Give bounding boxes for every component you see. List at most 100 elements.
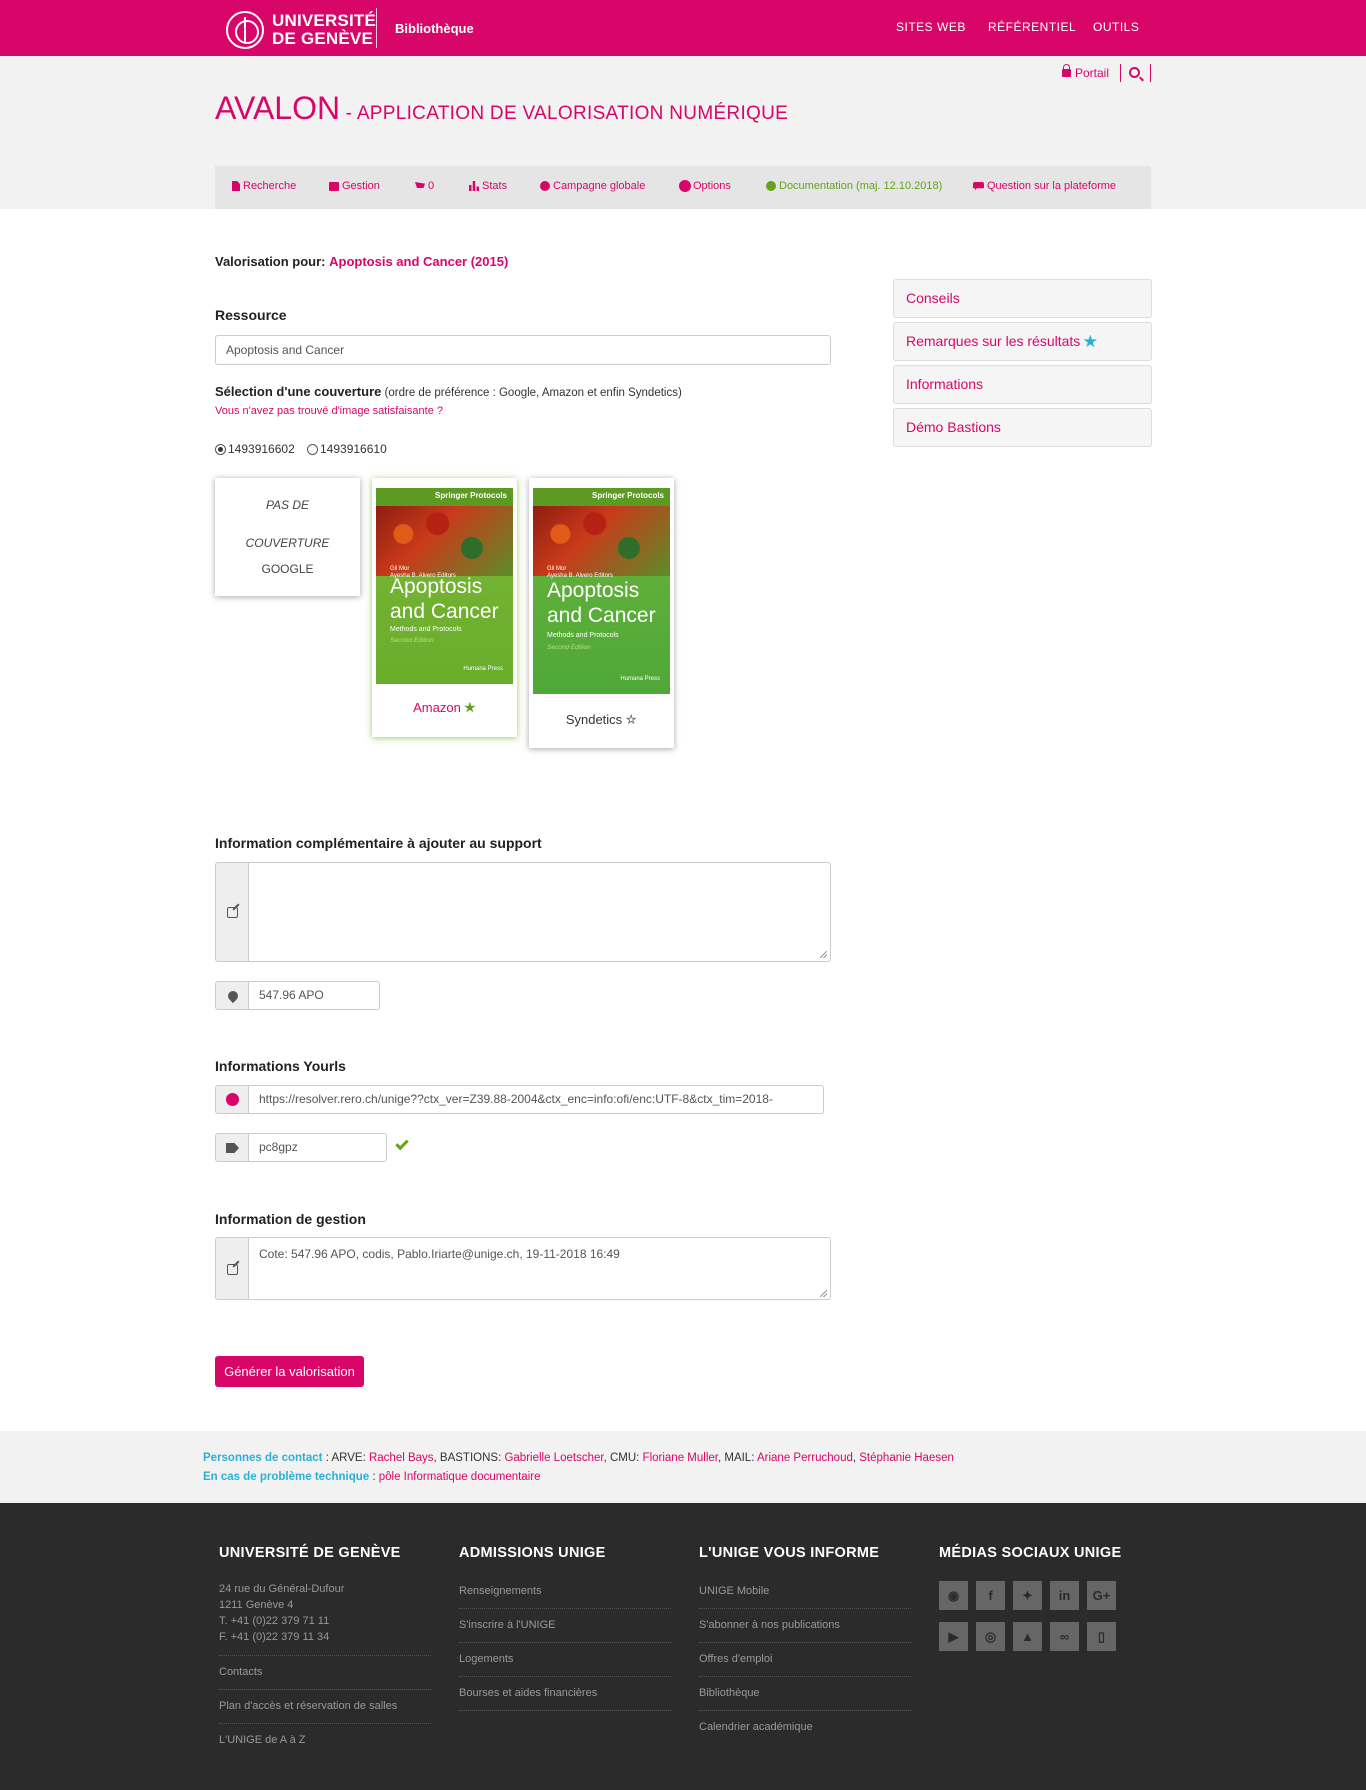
footer-link[interactable]: Bourses et aides financières	[459, 1677, 671, 1711]
contact-technical: En cas de problème technique : pôle Info…	[203, 1471, 541, 1483]
info-complementaire-label: Information complémentaire à ajouter au …	[215, 835, 542, 851]
nav-documentation[interactable]: Documentation (maj. 12.10.2018)	[766, 180, 942, 192]
unige-seal-icon	[226, 11, 264, 49]
topnav-outils[interactable]: OUTILS	[1093, 20, 1139, 34]
facebook-icon[interactable]: f	[976, 1581, 1005, 1610]
radio-unselected[interactable]	[307, 443, 318, 455]
footer-link[interactable]: Logements	[459, 1643, 671, 1677]
resize-handle[interactable]	[820, 1290, 827, 1297]
instagram-icon[interactable]: ◎	[976, 1622, 1005, 1651]
twitter-icon[interactable]: ✦	[1013, 1581, 1042, 1610]
flickr-icon[interactable]: ∞	[1050, 1622, 1079, 1651]
footer-column-informe: L'UNIGE VOUS INFORME UNIGE Mobile S'abon…	[699, 1545, 911, 1745]
yourls-tag-input[interactable]: pc8gpz	[248, 1133, 387, 1162]
info-complementaire-textarea[interactable]	[248, 862, 831, 962]
cover-source-amazon: Amazon	[413, 700, 461, 715]
star-filled-icon	[1083, 334, 1098, 348]
cover-option-amazon[interactable]: Springer Protocols Gil Mor Ayesha B. Alve…	[372, 478, 517, 737]
section-link-bibliotheque[interactable]: Bibliothèque	[395, 21, 474, 36]
app-subtitle: - APPLICATION DE VALORISATION NUMÉRIQUE	[340, 103, 789, 124]
topnav-sites-web[interactable]: SITES WEB	[896, 20, 966, 34]
mobile-icon[interactable]: ▯	[1087, 1622, 1116, 1651]
page-title: AVALON - APPLICATION DE VALORISATION NUM…	[215, 90, 788, 127]
contact-link[interactable]: Rachel Bays	[369, 1452, 434, 1464]
gestion-textarea[interactable]: Cote: 547.96 APO, codis, Pablo.Iriarte@u…	[248, 1237, 831, 1300]
contact-link[interactable]: Stéphanie Haesen	[859, 1452, 954, 1464]
cover-option-google[interactable]: PAS DE COUVERTURE GOOGLE	[215, 478, 360, 596]
valorisation-title: Apoptosis and Cancer (2015)	[329, 254, 509, 269]
bar-chart-icon	[469, 181, 479, 191]
header-divider	[1150, 64, 1151, 82]
nav-recherche[interactable]: Recherche	[232, 180, 296, 192]
sidebar-item-conseils[interactable]: Conseils	[893, 279, 1152, 318]
footer-link[interactable]: Renseignements	[459, 1575, 671, 1609]
nav-stats[interactable]: Stats	[469, 180, 507, 192]
topnav-referentiel[interactable]: RÉFÉRENTIEL	[988, 20, 1076, 34]
contact-link[interactable]: Floriane Muller	[643, 1452, 718, 1464]
valorisation-heading: Valorisation pour: Apoptosis and Cancer …	[215, 254, 509, 269]
sidebar-item-demo-bastions[interactable]: Démo Bastions	[893, 408, 1152, 447]
resize-handle[interactable]	[820, 951, 827, 958]
nav-campagne-globale[interactable]: Campagne globale	[540, 180, 645, 192]
google-plus-icon[interactable]: G+	[1087, 1581, 1116, 1610]
linkedin-icon[interactable]: in	[1050, 1581, 1079, 1610]
footer-link[interactable]: L'UNIGE de A à Z	[219, 1724, 431, 1758]
footer-link[interactable]: S'inscrire à l'UNIGE	[459, 1609, 671, 1643]
app-name: AVALON	[215, 90, 341, 126]
map-marker-icon	[225, 988, 241, 1004]
footer-link[interactable]: Bibliothèque	[699, 1677, 911, 1711]
tag-addon	[215, 1133, 249, 1162]
cover-selection-label: Sélection d'une couverture (ordre de pré…	[215, 384, 682, 399]
search-icon[interactable]	[1129, 67, 1140, 78]
radio-selected[interactable]	[215, 443, 226, 455]
portal-link[interactable]: Portail	[1062, 64, 1110, 80]
footer-link[interactable]: Plan d'accès et réservation de salles	[219, 1690, 431, 1724]
generate-valorisation-button[interactable]: Générer la valorisation	[215, 1356, 364, 1387]
isbn-radio-1[interactable]: 1493916602	[215, 442, 295, 456]
nav-question-plateforme[interactable]: Question sur la plateforme	[973, 180, 1116, 192]
star-outline-icon[interactable]	[625, 714, 637, 725]
call-number-input[interactable]: 547.96 APO	[248, 981, 380, 1010]
nav-cart[interactable]: 0	[415, 180, 434, 192]
isbn-radio-2[interactable]: 1493916610	[307, 442, 387, 456]
inbox-icon	[329, 181, 339, 191]
site-footer: UNIVERSITÉ DE GENÈVE 24 rue du Général-D…	[0, 1503, 1366, 1790]
graduation-cap-icon[interactable]: ▲	[1013, 1622, 1042, 1651]
no-image-link[interactable]: Vous n'avez pas trouvé d'image satisfais…	[215, 405, 443, 417]
cover-option-syndetics[interactable]: Springer Protocols Gil Mor Ayesha B. Alve…	[529, 478, 674, 748]
footer-link[interactable]: S'abonner à nos publications	[699, 1609, 911, 1643]
unige-logo[interactable]: UNIVERSITÉ DE GENÈVE	[226, 11, 376, 49]
edit-icon	[227, 1264, 238, 1275]
logo-line-1: UNIVERSITÉ	[272, 11, 377, 30]
nav-gestion[interactable]: Gestion	[329, 180, 380, 192]
nav-options[interactable]: Options	[680, 180, 731, 192]
tag-icon	[226, 1143, 239, 1153]
edit-icon	[227, 907, 238, 918]
book-cover-image: Springer Protocols Gil Mor Ayesha B. Alve…	[376, 488, 513, 684]
contact-link[interactable]: Ariane Perruchoud	[757, 1452, 853, 1464]
edit-addon	[215, 1237, 249, 1300]
globe-icon	[540, 181, 550, 191]
portal-label: Portail	[1075, 66, 1110, 80]
footer-link[interactable]: Contacts	[219, 1656, 431, 1690]
footer-link[interactable]: Calendrier académique	[699, 1711, 911, 1745]
yourls-url-input[interactable]: https://resolver.rero.ch/unige??ctx_ver=…	[248, 1085, 824, 1114]
technical-support-link[interactable]: pôle Informatique documentaire	[379, 1471, 541, 1483]
url-addon	[215, 1085, 249, 1114]
footer-link[interactable]: Offres d'emploi	[699, 1643, 911, 1677]
globe-icon	[766, 181, 776, 191]
youtube-icon[interactable]: ▶	[939, 1622, 968, 1651]
lock-icon	[1062, 64, 1071, 77]
sidebar-item-informations[interactable]: Informations	[893, 365, 1152, 404]
sidebar-item-remarques[interactable]: Remarques sur les résultats	[893, 322, 1152, 361]
book-cover-image: Springer Protocols Gil Mor Ayesha B. Alve…	[533, 488, 670, 694]
resource-input[interactable]: Apoptosis and Cancer	[215, 335, 831, 365]
star-filled-icon[interactable]	[464, 701, 476, 713]
footer-link[interactable]: UNIGE Mobile	[699, 1575, 911, 1609]
footer-column-admissions: ADMISSIONS UNIGE Renseignements S'inscri…	[459, 1545, 671, 1711]
check-icon	[395, 1136, 409, 1151]
rss-icon[interactable]: ◉	[939, 1581, 968, 1610]
edit-addon	[215, 862, 249, 962]
contact-link[interactable]: Gabrielle Loetscher	[504, 1452, 603, 1464]
footer-column-social: MÉDIAS SOCIAUX UNIGE	[939, 1545, 1122, 1561]
